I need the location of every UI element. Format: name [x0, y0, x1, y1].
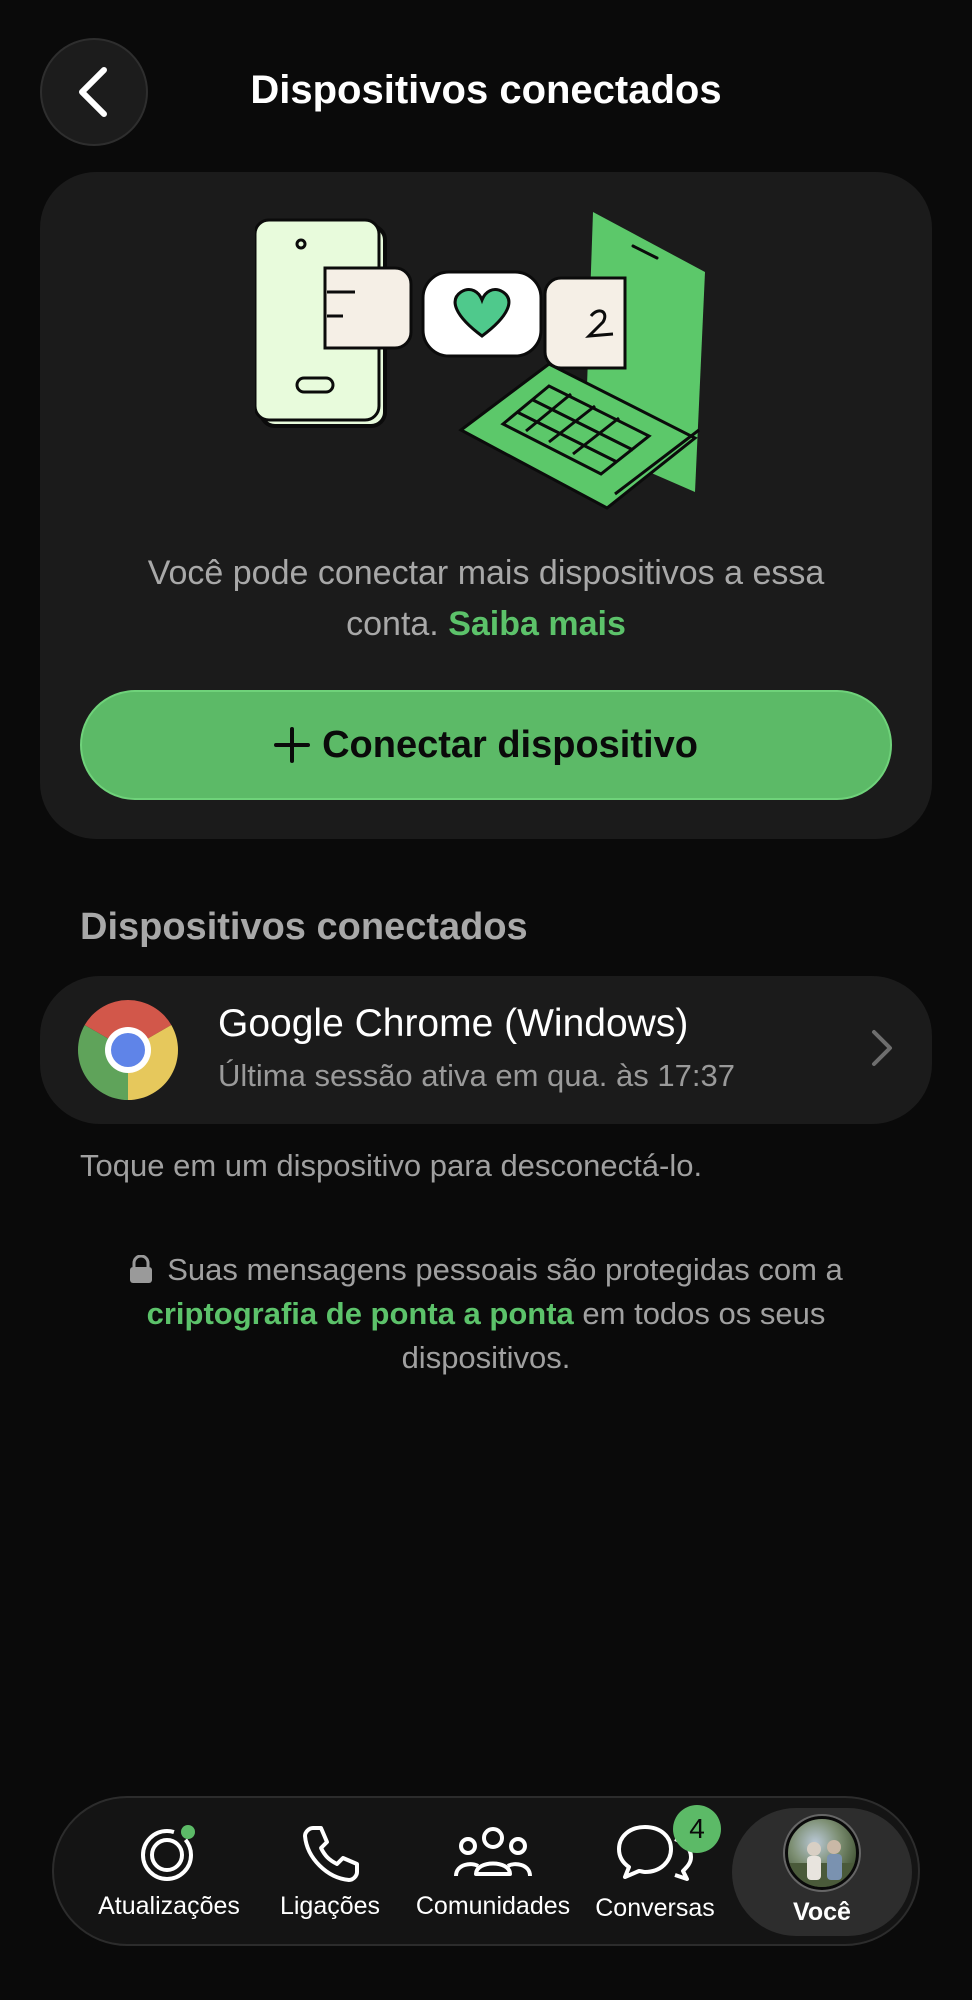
- page: Dispositivos conectados Você pode conect…: [0, 0, 972, 2000]
- tab-chats[interactable]: 4 Conversas: [590, 1798, 721, 1944]
- tab-calls-label: Ligações: [279, 1891, 381, 1920]
- plus-icon: [274, 727, 311, 763]
- disconnect-hint: Toque em um dispositivo para desconectá-…: [80, 1148, 703, 1183]
- device-row[interactable]: Google Chrome (Windows) Última sessão at…: [40, 976, 932, 1124]
- encryption-link[interactable]: criptografia de ponta a ponta: [147, 1296, 574, 1331]
- page-title: Dispositivos conectados: [250, 68, 722, 112]
- chevron-right-icon: [872, 1030, 892, 1066]
- communities-icon: [454, 1826, 532, 1876]
- tab-updates[interactable]: Atualizações: [94, 1798, 244, 1944]
- phone-icon: [303, 1825, 359, 1882]
- encryption-notice: Suas mensagens pessoais são protegidas c…: [100, 1248, 872, 1380]
- tab-you[interactable]: Você: [742, 1798, 902, 1944]
- chats-icon-wrap: 4: [615, 1805, 721, 1886]
- device-last-active: Última sessão ativa em qua. às 17:37: [218, 1058, 735, 1093]
- tab-communities[interactable]: Comunidades: [416, 1798, 570, 1944]
- tab-updates-label: Atualizações: [98, 1891, 240, 1920]
- learn-more-link[interactable]: Saiba mais: [448, 605, 626, 643]
- tab-chats-label: Conversas: [595, 1894, 715, 1922]
- connected-devices-heading: Dispositivos conectados: [80, 906, 528, 948]
- avatar: [783, 1813, 861, 1892]
- chrome-icon: [78, 1000, 178, 1100]
- tab-you-label: Você: [793, 1897, 851, 1926]
- encryption-prefix: Suas mensagens pessoais são protegidas c…: [167, 1252, 843, 1287]
- lock-icon: [130, 1255, 153, 1283]
- avatar-photo: [788, 1839, 856, 1887]
- connect-device-label: Conectar dispositivo: [322, 723, 698, 766]
- bottom-tab-bar: Atualizações Ligações Comunidades 4 Conv…: [52, 1796, 920, 1946]
- tab-calls[interactable]: Ligações: [266, 1798, 394, 1944]
- tab-communities-label: Comunidades: [415, 1891, 571, 1920]
- chats-unread-badge: 4: [673, 1805, 721, 1853]
- device-name: Google Chrome (Windows): [218, 1002, 689, 1045]
- connect-description: Você pode conectar mais dispositivos a e…: [100, 548, 872, 650]
- updates-icon: [141, 1824, 195, 1881]
- linked-devices-illustration: [255, 212, 705, 510]
- connect-device-button[interactable]: Conectar dispositivo: [80, 690, 892, 800]
- connect-devices-card: Você pode conectar mais dispositivos a e…: [40, 172, 932, 839]
